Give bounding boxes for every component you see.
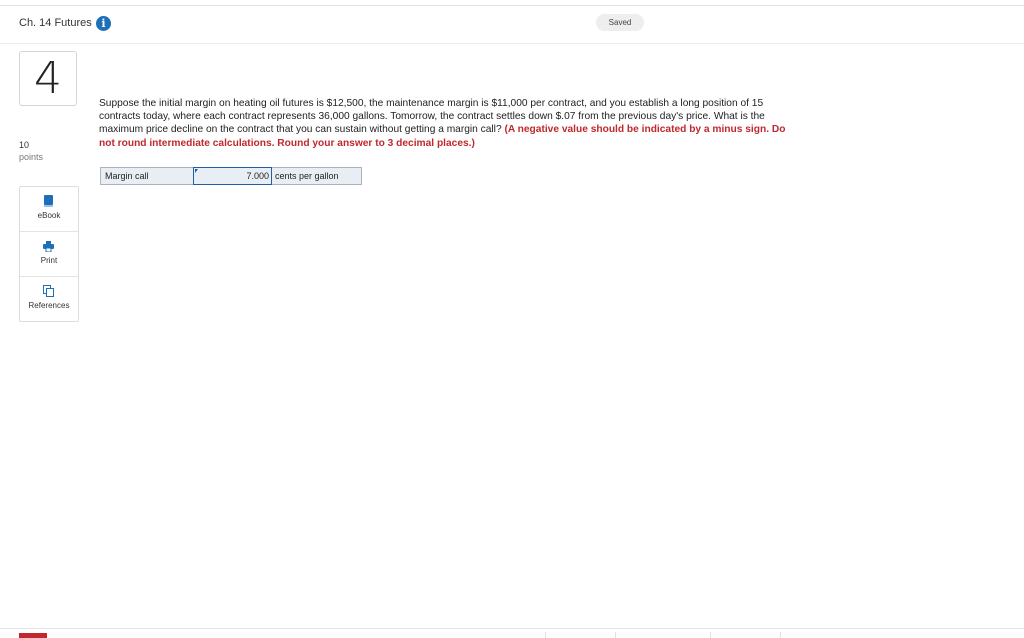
- footer-separator: [615, 632, 616, 638]
- ebook-label: eBook: [37, 211, 61, 220]
- ebook-button[interactable]: eBook: [20, 187, 78, 232]
- book-icon: [44, 195, 53, 207]
- footer-separator: [710, 632, 711, 638]
- answer-unit: cents per gallon: [271, 167, 362, 185]
- answer-row: Margin call 7.000 cents per gallon: [100, 167, 362, 185]
- margin-call-input[interactable]: 7.000: [193, 167, 272, 185]
- references-icon: [43, 285, 54, 297]
- answer-label: Margin call: [100, 167, 194, 185]
- footer-separator: [545, 632, 546, 638]
- points-value: 10: [19, 140, 30, 150]
- print-label: Print: [40, 256, 58, 265]
- references-label: References: [28, 301, 70, 310]
- points-label: points: [19, 152, 44, 162]
- page-header: Ch. 14 Futures i Saved: [0, 6, 1024, 44]
- answer-value: 7.000: [246, 171, 269, 181]
- references-button[interactable]: References: [20, 277, 78, 321]
- printer-icon: [43, 241, 54, 252]
- footer-separator: [780, 632, 781, 638]
- info-icon[interactable]: i: [96, 16, 111, 31]
- chapter-title: Ch. 14 Futures: [19, 17, 92, 29]
- input-flag-icon: [195, 169, 198, 173]
- saved-status-badge: Saved: [596, 14, 644, 31]
- footer-divider: [0, 628, 1024, 629]
- question-tools: eBook Print References: [19, 186, 79, 322]
- footer-brand-tab: [19, 633, 47, 638]
- print-button[interactable]: Print: [20, 232, 78, 277]
- question-number: 4: [19, 51, 77, 106]
- question-text: Suppose the initial margin on heating oi…: [99, 97, 789, 150]
